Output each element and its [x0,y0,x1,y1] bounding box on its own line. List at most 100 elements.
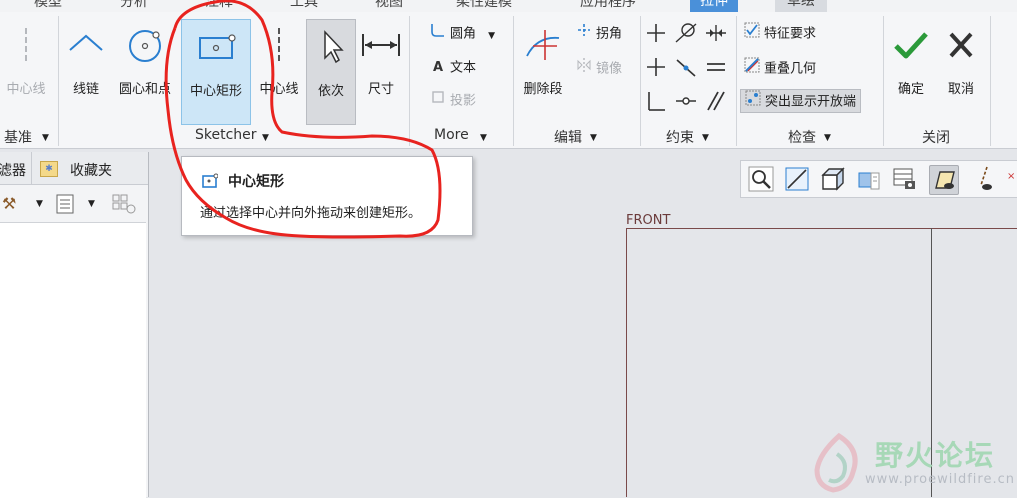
text-button[interactable]: A 文本 [430,57,476,79]
tab-model[interactable]: 模型 [34,0,62,11]
group-divider [640,16,641,146]
constraint-equal-icon[interactable] [704,56,728,82]
tab-annotate[interactable]: 注释 [205,0,233,11]
mirror-icon [576,57,592,81]
tools-icon[interactable]: ⚒ [2,194,16,213]
circle-icon [129,30,161,62]
group-inspect-label[interactable]: 检查 [788,127,816,147]
mirror-label: 镜像 [596,61,623,77]
tab-favorites[interactable]: 收藏夹 [70,160,112,180]
group-divider [513,16,514,146]
ribbon-tab-strip: 模型 分析 注释 工具 视图 柔性建模 应用程序 拉伸 草绘 [0,0,1017,12]
group-more-label[interactable]: More [434,127,469,143]
group-constrain-label[interactable]: 约束 [666,127,694,147]
cancel-label: 取消 [947,82,974,97]
panel-toolbar: ⚒ ▼ ▼ [0,190,148,220]
text-icon: A [432,60,444,75]
group-datum-label[interactable]: 基准 [4,127,32,147]
chevron-down-icon[interactable]: ▼ [590,133,597,143]
front-plane-label: FRONT [626,213,671,228]
chevron-down-icon[interactable]: ▼ [36,199,43,209]
datum-centerline-button[interactable]: 中心线 [0,18,52,97]
polyline-button[interactable]: 线链 [62,18,110,97]
group-edit-label[interactable]: 编辑 [554,127,582,147]
dimension-button[interactable]: 尺寸 [357,18,405,97]
corner-button[interactable]: 拐角 [576,22,622,44]
tab-view[interactable]: 视图 [375,0,403,11]
group-divider [409,16,410,146]
flame-logo-icon [814,432,858,493]
constraint-horizontal-icon[interactable] [645,56,667,82]
refit-icon[interactable] [783,165,811,193]
group-sketcher-label[interactable]: Sketcher [195,127,257,143]
front-plane-edge [626,228,627,497]
center-point-circle-button[interactable]: 圆心和点 [112,18,178,97]
more-display-icon[interactable]: × [1007,165,1017,193]
corner-icon [576,22,592,46]
checklist-icon [744,22,760,46]
datum-display-icon[interactable] [929,165,959,195]
highlight-open-ends-label: 突出显示开放端 [765,94,857,110]
display-style-icon[interactable] [891,165,919,193]
project-icon [430,90,446,112]
select-label: 依次 [317,84,344,99]
overlapping-geometry-button[interactable]: 重叠几何 [744,57,816,79]
tab-sketch[interactable]: 草绘 [775,0,827,12]
center-rectangle-button[interactable]: 中心矩形 [181,19,251,125]
tab-divider [31,152,32,184]
group-divider [990,16,991,146]
chevron-down-icon[interactable]: ▼ [824,133,831,143]
constraint-parallel-icon[interactable] [704,90,728,116]
constraint-vertical-icon[interactable] [645,22,667,48]
group-close-label: 关闭 [922,130,950,146]
tab-extrude[interactable]: 拉伸 [690,0,738,12]
saved-views-icon[interactable] [855,165,883,193]
datum-centerline-label: 中心线 [6,82,46,97]
constraint-perpendicular-icon[interactable] [645,90,667,116]
tab-flexible-modeling[interactable]: 柔性建模 [456,0,512,11]
center-point-circle-label: 圆心和点 [118,82,171,97]
chevron-down-icon[interactable]: ▼ [262,133,269,143]
delete-segment-icon [526,30,560,60]
open-ends-icon [745,90,761,114]
overlap-icon [744,57,760,81]
favorites-folder-icon: ✱ [40,161,58,177]
constraint-tangent-icon[interactable] [674,22,698,48]
dimension-label: 尺寸 [367,82,394,97]
cursor-arrow-icon [324,30,344,64]
chevron-down-icon[interactable]: ▼ [480,133,487,143]
fillet-label: 圆角 [450,26,477,42]
list-settings-icon[interactable] [56,194,74,218]
highlight-open-ends-button[interactable]: 突出显示开放端 [740,89,862,114]
project-button[interactable]: 投影 [430,90,476,112]
feature-requirements-button[interactable]: 特征要求 [744,22,816,44]
select-button[interactable]: 依次 [306,19,356,125]
tab-analysis[interactable]: 分析 [120,0,148,11]
checkmark-icon [894,32,928,59]
group-divider [883,16,884,146]
constraint-symmetric-icon[interactable] [674,90,698,116]
cube-view-icon[interactable] [819,165,847,193]
tab-applications[interactable]: 应用程序 [580,0,636,11]
sketch-display-icon[interactable] [971,165,999,193]
chevron-down-icon[interactable]: ▼ [702,133,709,143]
chevron-down-icon[interactable]: ▼ [88,199,95,209]
tab-tools[interactable]: 工具 [290,0,318,11]
ok-button[interactable]: 确定 [888,18,934,97]
fillet-button[interactable]: 圆角 ▼ [430,22,495,44]
constraint-midpoint-icon[interactable] [704,22,728,48]
chevron-down-icon[interactable]: ▼ [488,31,495,41]
tab-filter[interactable]: 滤器 [0,160,26,180]
mirror-button[interactable]: 镜像 [576,57,622,79]
feature-requirements-label: 特征要求 [764,26,817,42]
constraint-coincident-icon[interactable] [674,56,698,82]
grid-filter-icon[interactable] [112,194,136,218]
cancel-button[interactable]: 取消 [938,18,984,97]
centerline-button[interactable]: 中心线 [254,18,304,97]
watermark-url: www.proewildfire.cn [865,472,1015,487]
zoom-icon[interactable] [747,165,775,193]
center-rectangle-icon [199,34,236,59]
model-tree[interactable] [0,222,146,498]
chevron-down-icon[interactable]: ▼ [42,133,49,143]
delete-segment-button[interactable]: 删除段 [516,18,570,97]
